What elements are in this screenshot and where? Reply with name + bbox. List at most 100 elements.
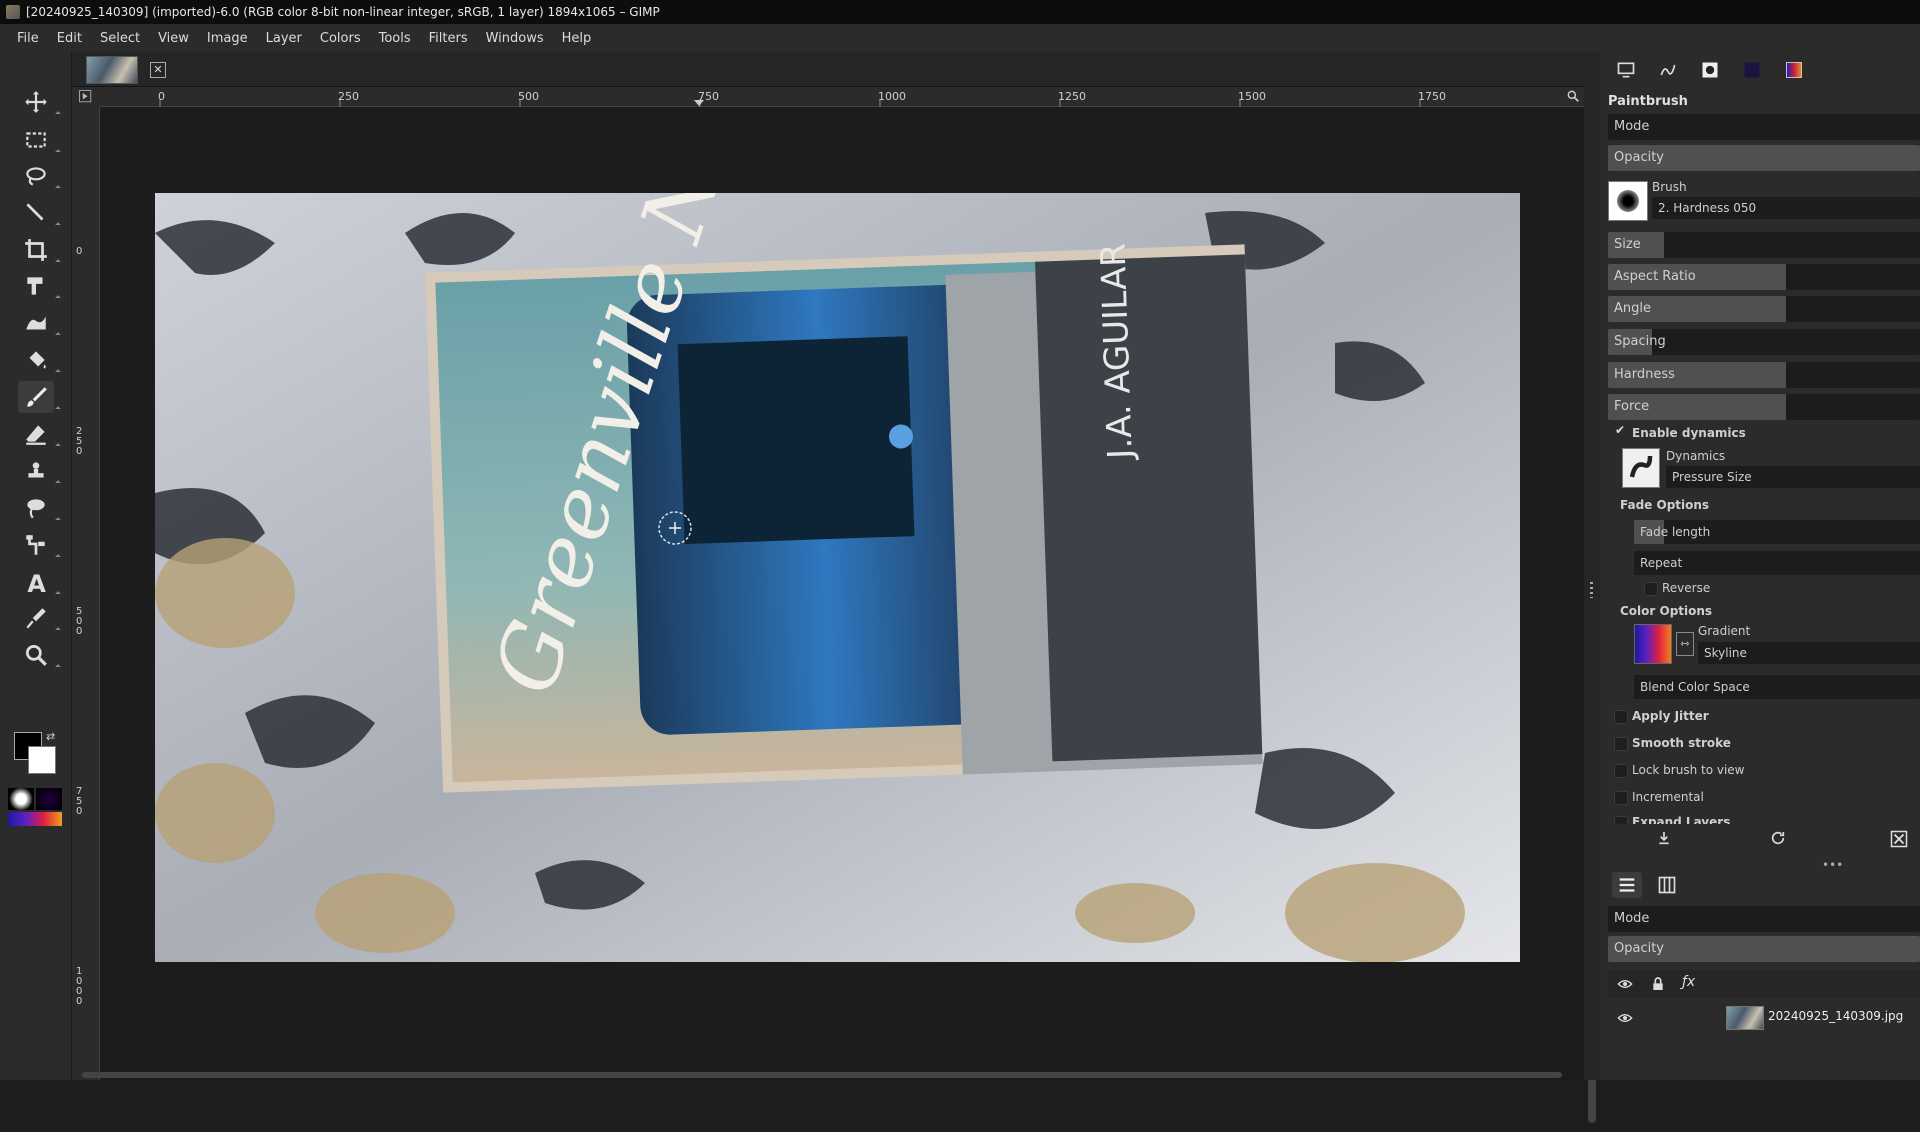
brush-name-field[interactable]: 2. Hardness 050 <box>1652 197 1920 219</box>
force-slider[interactable]: Force <box>1608 394 1920 420</box>
lock-brush-label: Lock brush to view <box>1632 763 1745 777</box>
menu-colors[interactable]: Colors <box>311 31 370 46</box>
spacing-slider[interactable]: Spacing <box>1608 329 1920 355</box>
dynamics-icon[interactable] <box>1622 448 1660 488</box>
tool-options-tab-icon[interactable] <box>1614 59 1638 81</box>
ruler-label: 1000 <box>878 90 906 103</box>
gradient-name-field[interactable]: Skyline <box>1698 642 1920 664</box>
expand-layers-row: Expand Layers <box>1600 812 1920 824</box>
menu-bar: File Edit Select View Image Layer Colors… <box>0 24 1920 52</box>
hardness-slider[interactable]: Hardness <box>1608 362 1920 388</box>
smooth-stroke-checkbox[interactable] <box>1614 737 1628 751</box>
text-tool-icon[interactable]: A <box>18 566 61 598</box>
eraser-tool-icon[interactable] <box>18 418 61 450</box>
menu-tools[interactable]: Tools <box>370 31 420 46</box>
swap-colors-icon[interactable]: ⇄ <box>46 730 55 743</box>
reverse-checkbox[interactable] <box>1644 582 1658 596</box>
tool-options-title: Paintbrush <box>1608 94 1688 109</box>
ruler-corner-icon[interactable] <box>72 87 100 107</box>
layer-visibility-eye-icon[interactable] <box>1616 1010 1634 1026</box>
mode-select[interactable]: Mode <box>1608 114 1920 140</box>
blend-color-space-select[interactable]: Blend Color Space <box>1634 675 1920 699</box>
menu-edit[interactable]: Edit <box>48 31 91 46</box>
reset-options-icon[interactable] <box>1890 830 1908 848</box>
dynamics-name-field[interactable]: Pressure Size <box>1666 466 1920 488</box>
brush-tab-icon[interactable] <box>1698 59 1722 81</box>
layers-tab-icon[interactable] <box>1612 872 1642 898</box>
expand-layers-checkbox[interactable] <box>1614 816 1628 824</box>
color-swatches[interactable]: ⇄ <box>14 730 62 780</box>
gradient-preview[interactable] <box>1634 624 1672 664</box>
ruler-label: 250 <box>338 90 359 103</box>
close-icon[interactable]: ✕ <box>150 62 166 78</box>
apply-jitter-checkbox[interactable] <box>1614 710 1628 724</box>
dock-separator[interactable] <box>1584 52 1600 1080</box>
menu-view[interactable]: View <box>149 31 198 46</box>
smudge-tool-icon[interactable] <box>18 492 61 524</box>
lock-icon[interactable] <box>1650 975 1666 993</box>
enable-dynamics-label: Enable dynamics <box>1632 426 1746 440</box>
lasso-tool-icon[interactable] <box>18 160 61 192</box>
menu-file[interactable]: File <box>8 31 48 46</box>
ruler-label: 1500 <box>1238 90 1266 103</box>
image-canvas[interactable]: Greenville Nights J.A. AGUILAR <box>155 193 1520 962</box>
visibility-eye-icon[interactable] <box>1616 976 1634 992</box>
dynamics-label: Dynamics <box>1666 449 1726 463</box>
layer-mode-select[interactable]: Mode <box>1608 906 1920 932</box>
fuzzy-select-tool-icon[interactable] <box>18 197 61 229</box>
save-options-icon[interactable] <box>1656 830 1672 846</box>
warp-tool-icon[interactable] <box>18 307 61 339</box>
opacity-slider[interactable]: Opacity <box>1608 145 1920 171</box>
menu-windows[interactable]: Windows <box>477 31 553 46</box>
background-color-swatch[interactable] <box>28 746 56 774</box>
clone-tool-icon[interactable] <box>18 455 61 487</box>
rect-select-tool-icon[interactable] <box>18 124 61 156</box>
pattern-icon[interactable] <box>36 788 62 810</box>
layer-row[interactable]: 20240925_140309.jpg <box>1608 1002 1920 1032</box>
color-picker-tool-icon[interactable] <box>18 602 61 634</box>
ruler-label: 1000 <box>76 966 83 1007</box>
menu-layer[interactable]: Layer <box>257 31 311 46</box>
crop-tool-icon[interactable] <box>18 234 61 266</box>
menu-filters[interactable]: Filters <box>420 31 477 46</box>
reverse-gradient-icon[interactable]: ⇿ <box>1676 632 1694 656</box>
lock-brush-checkbox[interactable] <box>1614 764 1628 778</box>
gradient-label: Gradient <box>1698 624 1751 638</box>
transform-tool-icon[interactable] <box>18 270 61 302</box>
paths-tool-icon[interactable] <box>18 529 61 561</box>
zoom-icon[interactable] <box>1566 89 1580 103</box>
layer-opacity-slider[interactable]: Opacity <box>1608 936 1920 962</box>
incremental-checkbox[interactable] <box>1614 791 1628 805</box>
menu-image[interactable]: Image <box>198 31 257 46</box>
brush-preview[interactable] <box>1608 181 1648 221</box>
aspect-ratio-slider[interactable]: Aspect Ratio <box>1608 264 1920 290</box>
gradient-swatch-icon[interactable] <box>8 812 62 826</box>
paintbrush-tool-icon[interactable] <box>18 381 61 413</box>
horizontal-ruler[interactable]: 0 250 500 750 1000 1250 1500 1750 <box>100 87 1584 107</box>
angle-slider[interactable]: Angle <box>1608 296 1920 322</box>
gradient-tab-icon[interactable] <box>1782 59 1806 81</box>
enable-dynamics-checkbox[interactable] <box>1614 423 1628 440</box>
image-tab-thumbnail[interactable] <box>86 56 138 84</box>
move-tool-icon[interactable] <box>18 86 61 118</box>
ruler-label: 1750 <box>1418 90 1446 103</box>
device-status-tab-icon[interactable] <box>1656 59 1680 81</box>
channels-tab-icon[interactable] <box>1654 872 1680 898</box>
size-slider[interactable]: Size <box>1608 232 1920 258</box>
quick-mask-icon[interactable] <box>8 788 34 810</box>
pattern-tab-icon[interactable] <box>1740 59 1764 81</box>
dock-handle-icon[interactable]: ••• <box>1822 858 1843 872</box>
fade-length-slider[interactable]: Fade length <box>1634 520 1920 544</box>
right-dock: Paintbrush Mode Opacity Brush 2. Hardnes… <box>1600 52 1920 1080</box>
menu-select[interactable]: Select <box>91 31 149 46</box>
horizontal-scrollbar[interactable] <box>80 1070 1580 1080</box>
zoom-tool-icon[interactable] <box>18 639 61 671</box>
menu-help[interactable]: Help <box>553 31 601 46</box>
vertical-ruler[interactable]: 0 250 500 750 1000 <box>72 107 100 1080</box>
tool-options-footer <box>1600 826 1920 850</box>
repeat-select[interactable]: Repeat <box>1634 551 1920 575</box>
bucket-fill-tool-icon[interactable] <box>18 344 61 376</box>
smooth-stroke-label: Smooth stroke <box>1632 736 1731 750</box>
restore-options-icon[interactable] <box>1770 830 1786 846</box>
layer-effects-icon[interactable]: ƒx <box>1682 974 1695 990</box>
